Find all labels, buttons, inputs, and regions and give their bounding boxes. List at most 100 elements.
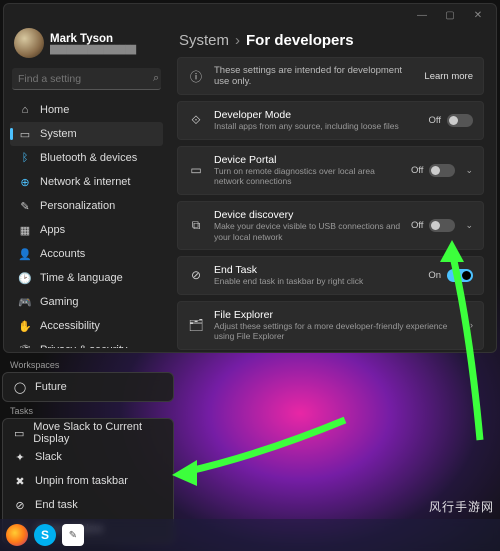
- ctx-icon: ✦: [13, 451, 27, 464]
- setting-device-discovery[interactable]: ⧉ Device discoveryMake your device visibl…: [177, 201, 484, 250]
- ctx-future[interactable]: ◯ Future: [3, 375, 173, 399]
- setting-developer-mode: ⟐Developer ModeInstall apps from any sou…: [177, 101, 484, 140]
- minimize-button[interactable]: —: [408, 5, 436, 25]
- nav-label: Time & language: [40, 272, 123, 284]
- ctx-icon: ▭: [13, 427, 25, 440]
- nav-label: Privacy & security: [40, 344, 127, 348]
- search-input[interactable]: [18, 73, 153, 85]
- nav-icon: ✋: [18, 320, 32, 333]
- taskbar-context-menu: Workspaces ◯ Future Tasks ▭ Move Slack to …: [2, 358, 174, 546]
- taskbar-app-notepad[interactable]: ✎: [62, 524, 84, 546]
- nav-label: System: [40, 128, 77, 140]
- toggle-switch[interactable]: [429, 219, 455, 232]
- toggle-switch[interactable]: [447, 269, 473, 282]
- setting-desc: Make your device visible to USB connecti…: [214, 221, 401, 242]
- nav-icon: ᛒ: [18, 152, 32, 164]
- ctx-unpin-from-taskbar[interactable]: ✖ Unpin from taskbar: [3, 469, 173, 493]
- ctx-label-tasks: Tasks: [2, 404, 174, 418]
- nav-label: Gaming: [40, 296, 79, 308]
- close-button[interactable]: ✕: [464, 5, 492, 25]
- nav-label: Network & internet: [40, 176, 130, 188]
- setting-end-task: ⊘End TaskEnable end task in taskbar by r…: [177, 256, 484, 295]
- setting-icon: ⧉: [188, 218, 204, 233]
- setting-title: Device discovery: [214, 209, 401, 221]
- toggle-state: On: [428, 270, 441, 281]
- search-field[interactable]: ⌕: [12, 68, 161, 90]
- sidebar-item-accounts[interactable]: 👤 Accounts: [10, 242, 163, 266]
- sidebar-nav: ⌂ Home ▭System ᛒ Bluetooth & devices ⊕ Network…: [10, 98, 163, 348]
- sidebar-item-accessibility[interactable]: ✋ Accessibility: [10, 314, 163, 338]
- info-text: These settings are intended for developm…: [214, 65, 414, 87]
- taskbar-app-firefox[interactable]: [6, 524, 28, 546]
- setting-desc: Adjust these settings for a more develop…: [214, 321, 456, 342]
- sidebar-item-home[interactable]: ⌂ Home: [10, 98, 163, 122]
- nav-label: Accessibility: [40, 320, 100, 332]
- ctx-label: Move Slack to Current Display: [33, 421, 163, 445]
- ctx-label: Future: [35, 381, 67, 393]
- nav-icon: 👤: [18, 248, 32, 261]
- sidebar-item-privacy-security[interactable]: 🛡Privacy & security: [10, 338, 163, 348]
- ctx-label-workspaces: Workspaces: [2, 358, 174, 372]
- nav-icon: ⊕: [18, 176, 32, 189]
- sidebar-item-system[interactable]: ▭System: [10, 122, 163, 146]
- ctx-icon: ◯: [13, 381, 27, 394]
- chevron-down-icon: ⌄: [465, 220, 473, 231]
- sidebar-item-gaming[interactable]: 🎮 Gaming: [10, 290, 163, 314]
- profile-subtitle: ████████████████: [50, 45, 136, 54]
- sidebar-item-network-internet[interactable]: ⊕ Network & internet: [10, 170, 163, 194]
- toggle-state: Off: [411, 165, 424, 176]
- info-icon: ⓘ: [188, 68, 204, 85]
- sidebar-item-personalization[interactable]: ✎ Personalization: [10, 194, 163, 218]
- settings-window: — ▢ ✕ Mark Tyson ████████████████ ⌕ ⌂ Hom…: [3, 3, 497, 353]
- breadcrumb-root[interactable]: System: [179, 32, 229, 49]
- ctx-end-task[interactable]: ⊘ End task: [3, 493, 173, 517]
- profile-block[interactable]: Mark Tyson ████████████████: [10, 26, 163, 66]
- setting-desc: Install apps from any source, including …: [214, 121, 419, 132]
- sidebar-item-bluetooth-devices[interactable]: ᛒ Bluetooth & devices: [10, 146, 163, 170]
- setting-title: File Explorer: [214, 309, 456, 321]
- setting-icon: ⊘: [188, 268, 204, 282]
- chevron-down-icon: ⌄: [465, 165, 473, 176]
- sidebar: Mark Tyson ████████████████ ⌕ ⌂ Home ▭Syst…: [4, 26, 169, 352]
- ctx-icon: ⊘: [13, 499, 27, 512]
- setting-file-explorer[interactable]: 🗂 File ExplorerAdjust these settings for …: [177, 301, 484, 350]
- toggle-switch[interactable]: [429, 164, 455, 177]
- info-banner: ⓘ These settings are intended for develo…: [177, 57, 484, 95]
- toggle-switch[interactable]: [447, 114, 473, 127]
- nav-label: Home: [40, 104, 69, 116]
- sidebar-item-time-language[interactable]: 🕑Time & language: [10, 266, 163, 290]
- taskbar: S ✎: [0, 519, 500, 551]
- ctx-move-slack-to-current-display[interactable]: ▭ Move Slack to Current Display: [3, 421, 173, 445]
- ctx-label: Unpin from taskbar: [35, 475, 128, 487]
- setting-device-portal[interactable]: ▭ Device PortalTurn on remote diagnostics…: [177, 146, 484, 195]
- toggle-state: Off: [411, 220, 424, 231]
- sidebar-item-apps[interactable]: ▦ Apps: [10, 218, 163, 242]
- nav-icon: 🎮: [18, 296, 32, 309]
- learn-more-link[interactable]: Learn more: [424, 71, 473, 82]
- maximize-button[interactable]: ▢: [436, 5, 464, 25]
- nav-label: Personalization: [40, 200, 115, 212]
- toggle-state: Off: [429, 115, 442, 126]
- avatar: [14, 28, 44, 58]
- chevron-right-icon: ›: [235, 32, 240, 49]
- setting-icon: ▭: [188, 163, 204, 177]
- taskbar-app-skype[interactable]: S: [34, 524, 56, 546]
- setting-title: Developer Mode: [214, 109, 419, 121]
- nav-icon: ⌂: [18, 104, 32, 116]
- setting-desc: Enable end task in taskbar by right clic…: [214, 276, 418, 287]
- ctx-icon: ✖: [13, 475, 27, 488]
- search-icon: ⌕: [153, 72, 159, 85]
- nav-label: Apps: [40, 224, 65, 236]
- nav-icon: ▦: [18, 224, 32, 237]
- ctx-slack[interactable]: ✦Slack: [3, 445, 173, 469]
- setting-title: Device Portal: [214, 154, 401, 166]
- content-area: System › For developers ⓘ These settings…: [169, 26, 496, 352]
- nav-label: Accounts: [40, 248, 85, 260]
- page-title: For developers: [246, 32, 354, 49]
- nav-icon: ✎: [18, 200, 32, 213]
- breadcrumb: System › For developers: [179, 32, 484, 49]
- setting-icon: 🗂: [188, 318, 204, 332]
- nav-label: Bluetooth & devices: [40, 152, 137, 164]
- ctx-label: End task: [35, 499, 78, 511]
- setting-desc: Turn on remote diagnostics over local ar…: [214, 166, 401, 187]
